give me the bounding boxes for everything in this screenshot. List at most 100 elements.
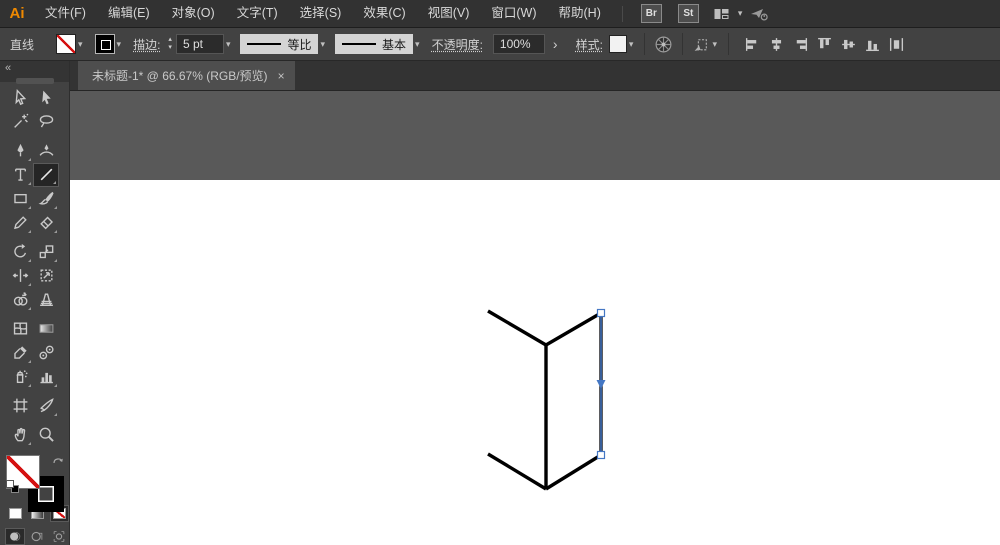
align-v-middle-icon[interactable]	[840, 36, 857, 53]
perspective-grid-tool[interactable]	[33, 288, 59, 312]
collapse-panel-icon[interactable]: «	[5, 62, 11, 74]
color-button[interactable]	[6, 505, 25, 522]
zoom-tool-icon	[39, 427, 54, 442]
rectangle-tool-icon	[13, 194, 27, 204]
direct-selection-tool[interactable]	[33, 86, 59, 110]
width-tool[interactable]	[7, 264, 33, 288]
fill-color-swatch[interactable]	[56, 34, 77, 54]
select-similar-icon[interactable]	[692, 36, 710, 53]
align-bottom-icon[interactable]	[864, 36, 881, 53]
stroke-weight-stepper[interactable]: ▴ ▾	[166, 36, 174, 52]
menu-item-0[interactable]: 文件(F)	[34, 0, 97, 27]
menu-item-7[interactable]: 窗口(W)	[480, 0, 547, 27]
bridge-button[interactable]: Br	[640, 4, 662, 23]
swap-fill-stroke-icon[interactable]	[52, 455, 64, 469]
pencil-tool-icon	[13, 216, 27, 230]
recolor-artwork-icon[interactable]	[654, 35, 673, 54]
menu-item-1[interactable]: 编辑(E)	[97, 0, 161, 27]
align-right-icon[interactable]	[792, 36, 809, 53]
type-tool[interactable]	[7, 163, 33, 187]
menu-item-8[interactable]: 帮助(H)	[548, 0, 612, 27]
draw-inside-icon[interactable]	[49, 528, 69, 545]
free-transform-tool[interactable]	[33, 264, 59, 288]
artboard-tool[interactable]	[7, 394, 33, 418]
stroke-profile-dropdown[interactable]: 等比	[240, 34, 319, 54]
profile-chevron-icon[interactable]: ▾	[318, 39, 327, 50]
fill-chevron-icon[interactable]: ▾	[76, 39, 85, 50]
scale-tool-icon	[39, 245, 53, 259]
distribute-icon[interactable]	[888, 36, 905, 53]
type-tool-icon	[14, 168, 26, 181]
style-chevron-icon[interactable]: ▾	[627, 39, 636, 50]
align-buttons	[744, 36, 905, 53]
style-panel-link[interactable]: 样式:	[576, 36, 603, 53]
align-top-icon[interactable]	[816, 36, 833, 53]
shape-builder-tool[interactable]	[7, 288, 33, 312]
line-tool[interactable]	[33, 162, 59, 187]
mesh-tool[interactable]	[7, 317, 33, 341]
menu-item-2[interactable]: 对象(O)	[161, 0, 226, 27]
close-tab-icon[interactable]: ×	[278, 69, 285, 83]
eyedropper-tool[interactable]	[7, 341, 33, 365]
brush-definition-dropdown[interactable]: 基本	[335, 34, 414, 54]
stroke-weight-field[interactable]: 5 pt	[175, 34, 224, 54]
align-left-icon[interactable]	[744, 36, 761, 53]
select-similar-chevron-icon[interactable]: ▾	[710, 39, 719, 50]
blend-tool[interactable]	[33, 341, 59, 365]
brush-label: 基本	[382, 37, 407, 52]
menu-item-6[interactable]: 视图(V)	[417, 0, 481, 27]
share-icon[interactable]	[750, 6, 769, 22]
zoom-tool[interactable]	[33, 423, 59, 447]
stroke-color-swatch[interactable]	[94, 34, 115, 54]
lasso-tool[interactable]	[33, 110, 59, 134]
magic-wand-tool[interactable]	[7, 110, 33, 134]
graphic-style-swatch[interactable]	[608, 35, 627, 53]
default-fill-stroke-icon[interactable]	[6, 480, 19, 493]
scale-tool[interactable]	[33, 240, 59, 264]
opacity-panel-link[interactable]: 不透明度:	[432, 36, 483, 53]
pasteboard[interactable]	[70, 91, 1000, 180]
curvature-tool[interactable]	[33, 139, 59, 163]
selection-tool-icon	[14, 89, 26, 106]
gradient-tool[interactable]	[33, 317, 59, 341]
tools-panel-header: «	[0, 61, 69, 84]
opacity-field[interactable]: 100%	[492, 34, 545, 54]
menu-item-4[interactable]: 选择(S)	[289, 0, 353, 27]
draw-normal-icon[interactable]	[5, 528, 25, 545]
workspace-switcher-icon[interactable]	[713, 6, 730, 22]
artboard[interactable]	[70, 180, 1000, 545]
eraser-tool[interactable]	[33, 211, 59, 235]
column-graph-tool[interactable]	[33, 365, 59, 389]
symbol-sprayer-tool-icon	[16, 370, 28, 384]
artboard-tool-icon	[13, 398, 27, 413]
free-transform-tool-icon	[39, 269, 53, 282]
stroke-panel-link[interactable]: 描边:	[133, 36, 160, 53]
stock-button[interactable]: St	[677, 4, 699, 23]
menu-bar: Ai 文件(F) 编辑(E) 对象(O) 文字(T) 选择(S) 效果(C) 视图(V) 窗口…	[0, 0, 1000, 28]
align-h-center-icon[interactable]	[768, 36, 785, 53]
chevron-down-icon[interactable]: ▾	[736, 8, 745, 19]
brush-chevron-icon[interactable]: ▾	[413, 39, 422, 50]
rotate-tool[interactable]	[7, 240, 33, 264]
paintbrush-tool-icon	[38, 191, 54, 205]
draw-behind-icon[interactable]	[27, 528, 47, 545]
pencil-tool[interactable]	[7, 211, 33, 235]
symbol-sprayer-tool[interactable]	[7, 365, 33, 389]
stroke-weight-chevron-icon[interactable]: ▾	[224, 39, 233, 50]
slice-tool[interactable]	[33, 394, 59, 418]
stroke-chevron-icon[interactable]: ▾	[115, 39, 124, 50]
lasso-tool-icon	[39, 115, 53, 128]
document-tab[interactable]: 未标题-1* @ 66.67% (RGB/预览) ×	[78, 61, 295, 90]
panel-drag-grip[interactable]	[16, 78, 54, 84]
paintbrush-tool[interactable]	[33, 187, 59, 211]
document-title: 未标题-1* @ 66.67% (RGB/预览)	[92, 69, 268, 83]
pen-tool-icon	[16, 143, 24, 157]
control-bar: 直线 ▾ ▾ 描边: ▴ ▾ 5 pt ▾ 等比 ▾ 基本 ▾ 不透明度: 100…	[0, 28, 1000, 61]
rectangle-tool[interactable]	[7, 187, 33, 211]
more-options-arrow[interactable]: ›	[553, 36, 558, 52]
selection-tool[interactable]	[7, 86, 33, 110]
menu-item-3[interactable]: 文字(T)	[226, 0, 289, 27]
pen-tool[interactable]	[7, 139, 33, 163]
menu-item-5[interactable]: 效果(C)	[352, 0, 416, 27]
hand-tool[interactable]	[7, 423, 33, 447]
